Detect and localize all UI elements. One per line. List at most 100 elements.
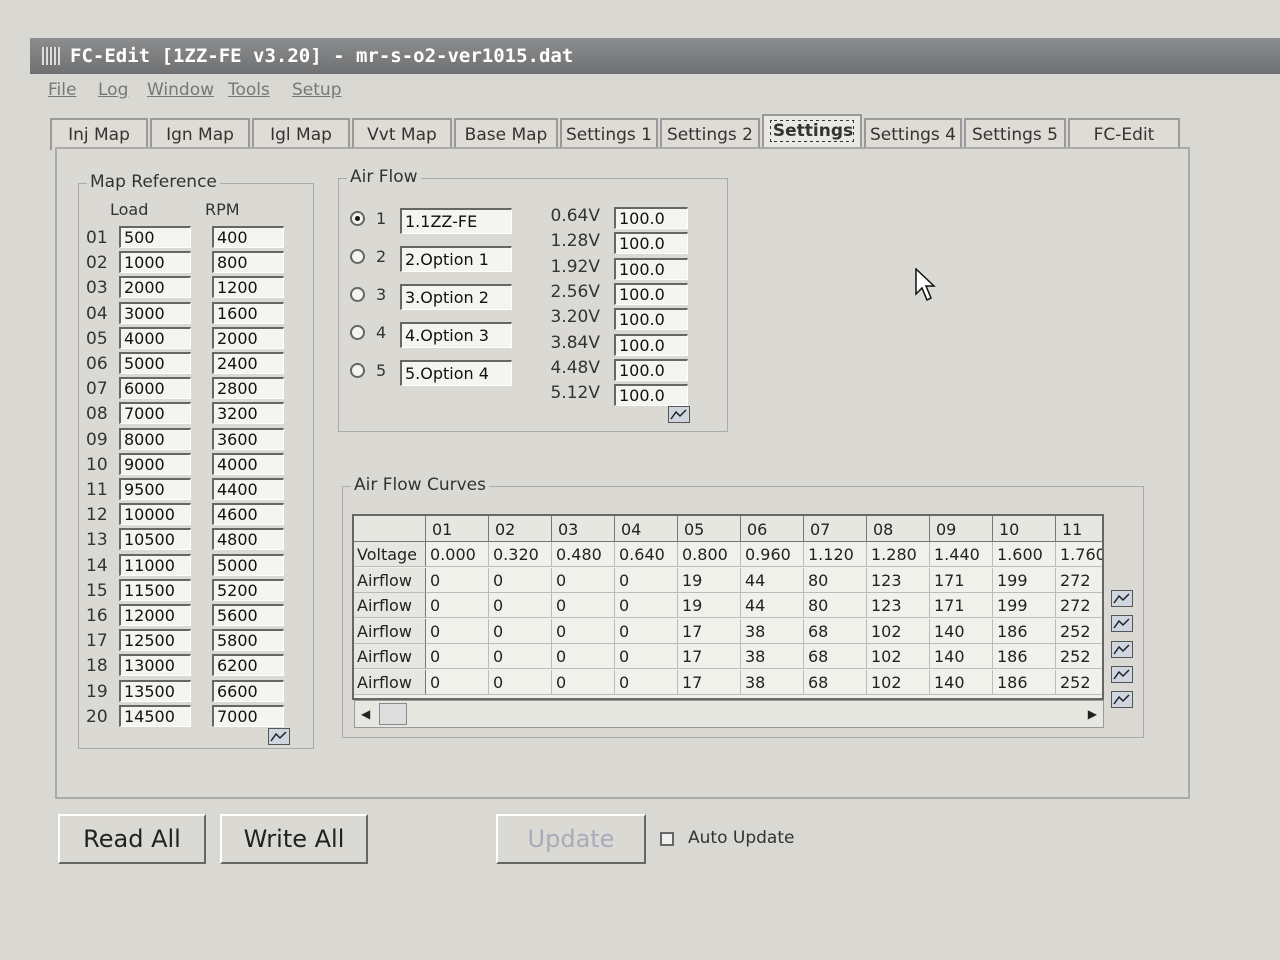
- voltage-value-cell[interactable]: 100.0: [614, 207, 688, 229]
- grid-cell[interactable]: 102: [867, 669, 930, 695]
- load-cell[interactable]: 4000: [119, 326, 191, 349]
- read-all-button[interactable]: Read All: [58, 814, 206, 864]
- air-flow-radio[interactable]: [350, 363, 365, 378]
- load-cell[interactable]: 5000: [119, 352, 191, 374]
- air-flow-option-name[interactable]: 2.Option 1: [400, 246, 512, 272]
- rpm-cell[interactable]: 2800: [212, 377, 284, 400]
- tab-settings-5[interactable]: Settings 5: [964, 118, 1066, 150]
- rpm-cell[interactable]: 5600: [212, 604, 284, 626]
- rpm-cell[interactable]: 4400: [212, 478, 284, 500]
- airflow-curve-graph-icon[interactable]: [1111, 640, 1133, 658]
- rpm-cell[interactable]: 6200: [212, 654, 284, 677]
- airflow-curve-graph-icon[interactable]: [1111, 665, 1133, 683]
- grid-cell[interactable]: 171: [930, 567, 993, 593]
- air-flow-curves-grid[interactable]: 01 02 03 04 05 06 07 08 09 10 11 Voltage 0.000 0.320 0…: [352, 514, 1104, 700]
- air-flow-option-name[interactable]: 5.Option 4: [400, 360, 512, 386]
- load-cell[interactable]: 12500: [119, 629, 191, 652]
- scroll-thumb[interactable]: [379, 703, 407, 725]
- grid-cell[interactable]: 102: [867, 644, 930, 669]
- rpm-cell[interactable]: 4800: [212, 528, 284, 551]
- tab-ign-map[interactable]: Ign Map: [150, 118, 250, 150]
- load-cell[interactable]: 10500: [119, 528, 191, 551]
- grid-cell[interactable]: 0: [489, 669, 552, 695]
- grid-cell[interactable]: 0.640: [615, 542, 678, 567]
- grid-cell[interactable]: 0: [552, 644, 615, 669]
- load-cell[interactable]: 500: [119, 226, 191, 248]
- air-flow-radio[interactable]: [350, 287, 365, 302]
- airflow-curve-graph-icon[interactable]: [1111, 590, 1133, 608]
- scroll-right-icon[interactable]: ▶: [1088, 707, 1097, 721]
- voltage-value-cell[interactable]: 100.0: [614, 333, 688, 356]
- grid-cell[interactable]: 1.440: [930, 542, 993, 567]
- load-cell[interactable]: 10000: [119, 503, 191, 526]
- load-cell[interactable]: 14500: [119, 704, 191, 727]
- grid-cell[interactable]: 0: [552, 669, 615, 695]
- grid-cell[interactable]: 252: [1056, 669, 1102, 695]
- air-flow-option-name[interactable]: 1.1ZZ-FE: [400, 208, 512, 234]
- tab-igl-map[interactable]: Igl Map: [252, 118, 350, 150]
- rpm-cell[interactable]: 6600: [212, 679, 284, 702]
- tab-inj-map[interactable]: Inj Map: [50, 118, 148, 150]
- grid-cell[interactable]: 17: [678, 669, 741, 695]
- load-cell[interactable]: 3000: [119, 301, 191, 324]
- grid-cell[interactable]: 17: [678, 644, 741, 669]
- rpm-cell[interactable]: 4000: [212, 452, 284, 475]
- grid-cell[interactable]: 0: [489, 567, 552, 593]
- rpm-cell[interactable]: 7000: [212, 704, 284, 727]
- update-button[interactable]: Update: [496, 814, 646, 864]
- air-flow-option-name[interactable]: 4.Option 3: [400, 322, 512, 348]
- map-reference-graph-icon[interactable]: [268, 728, 290, 745]
- grid-cell[interactable]: 186: [993, 644, 1056, 669]
- voltage-value-cell[interactable]: 100.0: [614, 384, 688, 407]
- grid-cell[interactable]: 0: [489, 593, 552, 618]
- voltage-value-cell[interactable]: 100.0: [614, 232, 688, 255]
- grid-cell[interactable]: 123: [867, 593, 930, 618]
- load-cell[interactable]: 8000: [119, 427, 191, 450]
- grid-cell[interactable]: 0: [552, 618, 615, 644]
- grid-cell[interactable]: 44: [741, 593, 804, 618]
- grid-cell[interactable]: 0.480: [552, 542, 615, 567]
- grid-cell[interactable]: 252: [1056, 644, 1102, 669]
- grid-cell[interactable]: 0: [615, 567, 678, 593]
- grid-cell[interactable]: 252: [1056, 618, 1102, 644]
- grid-cell[interactable]: 0: [426, 644, 489, 669]
- grid-cell[interactable]: 186: [993, 618, 1056, 644]
- grid-cell[interactable]: 1.600: [993, 542, 1056, 567]
- voltage-value-cell[interactable]: 100.0: [614, 358, 688, 381]
- grid-cell[interactable]: 0: [615, 618, 678, 644]
- grid-cell[interactable]: 38: [741, 669, 804, 695]
- menu-setup[interactable]: Setup: [292, 80, 341, 100]
- air-flow-radio[interactable]: [350, 211, 365, 226]
- grid-cell[interactable]: 0: [552, 567, 615, 593]
- grid-cell[interactable]: 0.800: [678, 542, 741, 567]
- grid-cell[interactable]: 38: [741, 618, 804, 644]
- auto-update-checkbox[interactable]: [660, 832, 674, 846]
- grid-cell[interactable]: 80: [804, 567, 867, 593]
- air-flow-radio[interactable]: [350, 249, 365, 264]
- grid-cell[interactable]: 123: [867, 567, 930, 593]
- grid-cell[interactable]: 199: [993, 567, 1056, 593]
- grid-cell[interactable]: 17: [678, 618, 741, 644]
- grid-cell[interactable]: 0: [552, 593, 615, 618]
- grid-cell[interactable]: 0.960: [741, 542, 804, 567]
- grid-cell[interactable]: 0: [426, 567, 489, 593]
- rpm-cell[interactable]: 4600: [212, 503, 284, 526]
- grid-cell[interactable]: 186: [993, 669, 1056, 695]
- rpm-cell[interactable]: 3200: [212, 402, 284, 425]
- menu-file[interactable]: File: [48, 80, 76, 100]
- voltage-value-cell[interactable]: 100.0: [614, 282, 688, 305]
- rpm-cell[interactable]: 5200: [212, 578, 284, 601]
- airflow-curve-graph-icon[interactable]: [1111, 691, 1133, 708]
- menu-tools[interactable]: Tools: [228, 80, 270, 100]
- menu-window[interactable]: Window: [147, 80, 214, 100]
- grid-cell[interactable]: 68: [804, 618, 867, 644]
- load-cell[interactable]: 9000: [119, 452, 191, 475]
- grid-cell[interactable]: 1.280: [867, 542, 930, 567]
- grid-cell[interactable]: 199: [993, 593, 1056, 618]
- voltage-value-cell[interactable]: 100.0: [614, 308, 688, 331]
- tab-vvt-map[interactable]: Vvt Map: [352, 118, 452, 150]
- grid-cell[interactable]: 0: [426, 593, 489, 618]
- rpm-cell[interactable]: 5000: [212, 553, 284, 576]
- grid-cell[interactable]: 0: [615, 669, 678, 695]
- grid-cell[interactable]: 1.760: [1056, 542, 1102, 567]
